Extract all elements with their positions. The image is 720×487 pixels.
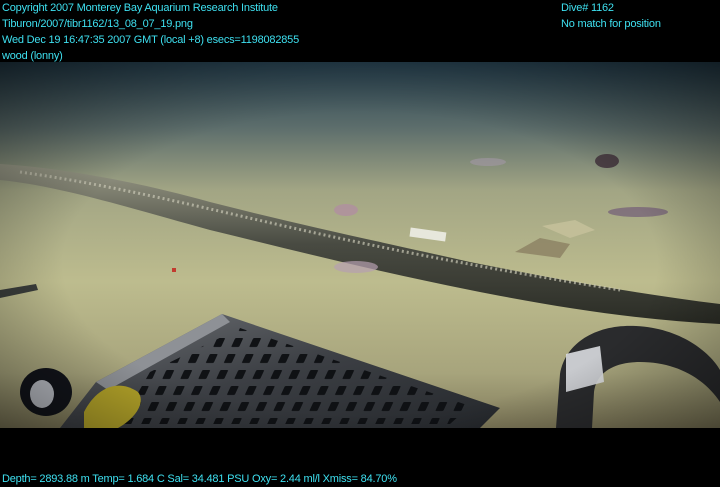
position-status-text: No match for position xyxy=(561,18,661,30)
file-path-text: Tiburon/2007/tibr1162/13_08_07_19.png xyxy=(2,18,193,30)
footer-telemetry: Depth= 2893.88 m Temp= 1.684 C Sal= 34.4… xyxy=(2,471,397,487)
copyright-text: Copyright 2007 Monterey Bay Aquarium Res… xyxy=(2,2,278,14)
header-left-info: Copyright 2007 Monterey Bay Aquarium Res… xyxy=(2,0,299,64)
telemetry-text: Depth= 2893.88 m Temp= 1.684 C Sal= 34.4… xyxy=(2,473,397,485)
frame-vignette xyxy=(0,62,720,428)
header-right-info: Dive# 1162 No match for position xyxy=(561,0,661,32)
dive-number-text: Dive# 1162 xyxy=(561,2,614,14)
timestamp-text: Wed Dec 19 16:47:35 2007 GMT (local +8) … xyxy=(2,34,300,46)
seafloor-scene xyxy=(0,62,720,428)
seafloor-video-frame xyxy=(0,62,720,428)
